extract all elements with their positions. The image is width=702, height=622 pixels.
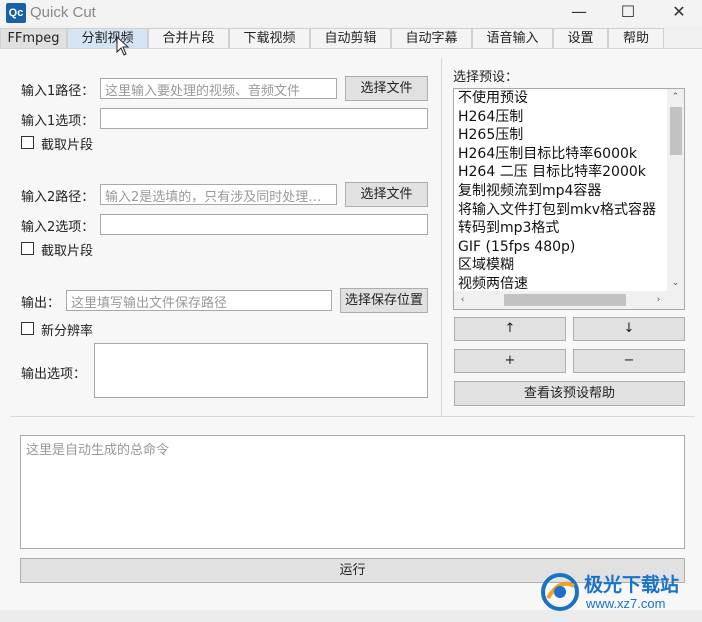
tab-ffmpeg[interactable]: FFmpeg: [0, 28, 67, 48]
output-path-input[interactable]: 这里填写输出文件保存路径: [66, 290, 332, 311]
title-bar: Qc Quick Cut — ☐ ✕: [0, 0, 702, 26]
minimize-button[interactable]: —: [556, 0, 602, 26]
window-title: Quick Cut: [30, 4, 96, 21]
preset-item[interactable]: H264压制目标比特率6000k: [454, 145, 667, 164]
input1-select-file-button[interactable]: 选择文件: [345, 76, 428, 101]
preset-item[interactable]: 视频两倍速: [454, 275, 667, 289]
input1-clip-label: 截取片段: [41, 138, 94, 153]
preset-remove-button[interactable]: −: [573, 349, 685, 373]
preset-label: 选择预设：: [453, 70, 519, 85]
preset-move-down-button[interactable]: ↓: [573, 317, 685, 341]
tab-download-video[interactable]: 下载视频: [229, 28, 310, 48]
new-resolution-checkbox[interactable]: [21, 322, 34, 335]
panel-divider-vertical: [441, 58, 442, 416]
preset-item[interactable]: GIF (15fps 480p): [454, 238, 667, 257]
tab-help[interactable]: 帮助: [608, 28, 664, 48]
watermark-logo-icon: [541, 573, 579, 611]
input2-clip-label: 截取片段: [41, 244, 94, 259]
input2-options-label: 输入2选项：: [21, 220, 95, 235]
input1-clip-checkbox[interactable]: [21, 136, 34, 149]
output-options-label: 输出选项：: [21, 367, 87, 382]
preset-item[interactable]: 将输入文件打包到mkv格式容器: [454, 201, 667, 220]
input2-path-label: 输入2路径：: [21, 190, 95, 205]
preset-item[interactable]: 区域模糊: [454, 256, 667, 275]
watermark-url: www.xz7.com: [586, 596, 666, 611]
scroll-left-arrow-icon[interactable]: ‹: [454, 292, 471, 308]
watermark-title: 极光下载站: [584, 574, 680, 596]
preset-item[interactable]: 复制视频流到mp4容器: [454, 182, 667, 201]
preset-help-button[interactable]: 查看该预设帮助: [454, 381, 685, 406]
preset-item[interactable]: H264压制: [454, 108, 667, 127]
preset-item[interactable]: H265压制: [454, 126, 667, 145]
input1-path-input[interactable]: 这里输入要处理的视频、音频文件: [100, 78, 337, 99]
horizontal-scroll-thumb[interactable]: [504, 294, 626, 306]
input1-options-label: 输入1选项：: [21, 114, 95, 129]
preset-add-button[interactable]: +: [454, 349, 566, 373]
preset-move-up-button[interactable]: ↑: [454, 317, 566, 341]
scrollbar-corner: [667, 291, 684, 309]
tab-auto-subtitle[interactable]: 自动字幕: [391, 28, 472, 48]
preset-list-items: 不使用预设 H264压制 H265压制 H264压制目标比特率6000k H26…: [454, 89, 667, 289]
output-options-textarea[interactable]: [94, 343, 428, 398]
vertical-scroll-thumb[interactable]: [670, 107, 682, 155]
app-window: Qc Quick Cut — ☐ ✕ FFmpeg 分割视频 合并片段 下载视频…: [0, 0, 702, 622]
scroll-right-arrow-icon[interactable]: ›: [650, 292, 667, 308]
preset-item[interactable]: H264 二压 目标比特率2000k: [454, 163, 667, 182]
mouse-cursor-icon: [116, 36, 130, 56]
maximize-button[interactable]: ☐: [605, 0, 651, 26]
app-icon: Qc: [6, 3, 26, 23]
panel-divider-horizontal: [10, 416, 695, 417]
input2-select-file-button[interactable]: 选择文件: [345, 182, 428, 207]
input1-options-input[interactable]: [100, 108, 428, 129]
new-resolution-label: 新分辨率: [41, 324, 94, 339]
tab-auto-edit[interactable]: 自动剪辑: [310, 28, 391, 48]
tab-settings[interactable]: 设置: [553, 28, 608, 48]
close-button[interactable]: ✕: [656, 0, 702, 26]
tab-bar: FFmpeg 分割视频 合并片段 下载视频 自动剪辑 自动字幕 语音输入 设置 …: [0, 28, 702, 49]
input1-path-label: 输入1路径：: [21, 84, 95, 99]
scroll-down-arrow-icon[interactable]: ⌄: [667, 275, 684, 291]
preset-item[interactable]: 转码到mp3格式: [454, 219, 667, 238]
input2-path-input[interactable]: 输入2是选填的，只有涉及同时处理两个文件的操作才需要: [100, 184, 337, 205]
watermark: 极光下载站 www.xz7.com: [540, 568, 700, 618]
output-select-location-button[interactable]: 选择保存位置: [340, 288, 428, 313]
preset-item[interactable]: 不使用预设: [454, 89, 667, 108]
input2-clip-checkbox[interactable]: [21, 242, 34, 255]
tab-split-video[interactable]: 分割视频: [67, 28, 148, 48]
tab-merge-clips[interactable]: 合并片段: [148, 28, 229, 48]
preset-list[interactable]: 不使用预设 H264压制 H265压制 H264压制目标比特率6000k H26…: [453, 88, 685, 310]
tab-voice-input[interactable]: 语音输入: [472, 28, 553, 48]
input2-options-input[interactable]: [100, 214, 428, 235]
command-textarea[interactable]: 这里是自动生成的总命令: [20, 435, 685, 549]
scroll-up-arrow-icon[interactable]: ⌃: [667, 89, 684, 105]
output-label: 输出：: [21, 296, 61, 311]
preset-horizontal-scrollbar[interactable]: ‹ ›: [454, 291, 667, 309]
preset-vertical-scrollbar[interactable]: ⌃ ⌄: [667, 89, 684, 291]
